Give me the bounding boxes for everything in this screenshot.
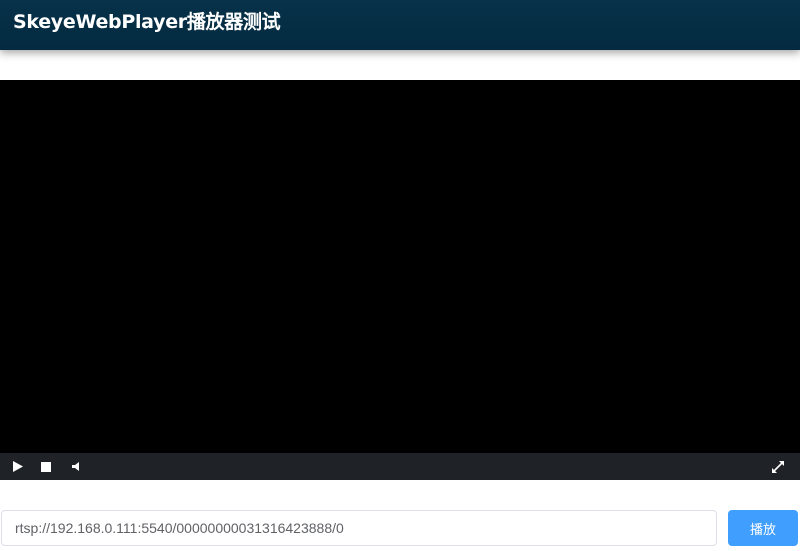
player-controls: [0, 453, 800, 480]
app-header: SkeyeWebPlayer播放器测试: [0, 0, 800, 50]
video-player[interactable]: [0, 80, 800, 453]
volume-button[interactable]: [66, 453, 86, 480]
volume-icon: [72, 462, 80, 471]
play-button[interactable]: [8, 453, 28, 480]
url-input[interactable]: [1, 510, 717, 546]
stop-icon: [41, 461, 51, 472]
page-title: SkeyeWebPlayer播放器测试: [13, 11, 281, 33]
fullscreen-icon: [772, 460, 784, 473]
play-stream-button[interactable]: 播放: [728, 510, 798, 546]
play-icon: [13, 461, 23, 472]
fullscreen-button[interactable]: [768, 453, 788, 480]
stop-button[interactable]: [36, 453, 56, 480]
